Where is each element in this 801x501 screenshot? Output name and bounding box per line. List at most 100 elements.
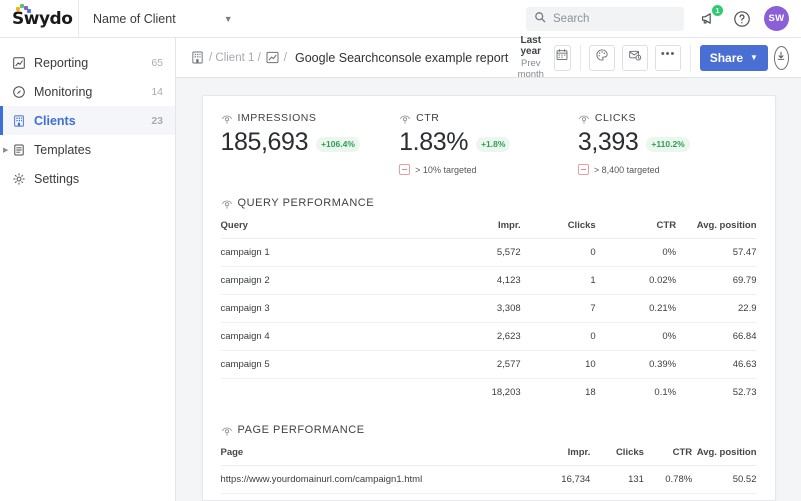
cell-clicks: 0 (520, 322, 596, 351)
cell-avgpos: 66.84 (676, 322, 757, 351)
app-logo[interactable]: Swydo (0, 0, 78, 37)
cell-avgpos: 22.9 (676, 294, 757, 323)
top-bar: Swydo Name of Client ▼ Search 1 SW (0, 0, 801, 38)
cell-total-label (221, 379, 446, 407)
cell-impr: 2,577 (445, 350, 521, 379)
cell-ctr: 0.05% (643, 493, 693, 501)
page-url-link[interactable]: https://www.yourdomainurl.com/campaign1b… (220, 493, 532, 501)
breadcrumb-client-icon (190, 50, 205, 66)
cell-query: campaign 4 (220, 322, 446, 351)
cell-avgpos: 46.63 (676, 350, 757, 379)
sidebar-item-count: 14 (151, 85, 163, 98)
table-row: campaign 5 2,577 10 0.39% 46.63 (220, 350, 757, 379)
sidebar-item-label: Settings (34, 171, 80, 186)
more-options-button[interactable]: ••• (655, 44, 682, 71)
page-url-link[interactable]: https://www.yourdomainurl.com/campaign1.… (220, 465, 532, 494)
cell-total-ctr: 0.1% (654, 387, 677, 398)
download-button[interactable] (773, 45, 790, 70)
logo-dots-icon (16, 3, 32, 13)
cell-impr: 16,734 (531, 465, 591, 494)
col-ctr: CTR (643, 447, 693, 466)
chevron-down-icon: ▼ (750, 53, 758, 62)
page-title[interactable]: Google Searchconsole example report (295, 51, 508, 65)
calendar-button[interactable] (554, 44, 571, 71)
cell-clicks: 1 (520, 266, 596, 295)
search-placeholder: Search (553, 12, 590, 25)
report-toolbar: / Client 1 / / Google Searchconsole exam… (176, 35, 801, 81)
sidebar-item-reporting[interactable]: Reporting 65 (0, 48, 175, 77)
cell-clicks: 7 (520, 294, 596, 323)
col-clicks: Clicks (520, 220, 596, 239)
avatar[interactable]: SW (764, 6, 789, 31)
cell-clicks: 9 (590, 493, 644, 501)
table-row: campaign 4 2,623 0 0% 66.84 (220, 322, 757, 351)
toolbar-actions: ••• (589, 44, 682, 71)
cell-avgpos: 43.41 (692, 493, 757, 501)
sidebar-item-count: 65 (151, 56, 163, 69)
toolbar-divider (579, 44, 581, 71)
sidebar-item-label: Clients (34, 113, 76, 128)
kpi-value: 1.83% (399, 128, 469, 156)
topbar-actions: 1 SW (698, 5, 801, 31)
chevron-right-icon[interactable]: ▶ (3, 146, 8, 154)
cell-ctr: 0% (595, 238, 677, 267)
sidebar: Reporting 65 Monitoring 14 Clients 23 ▶ … (0, 38, 176, 501)
cell-ctr: 0.39% (595, 350, 677, 379)
sidebar-item-settings[interactable]: Settings (0, 164, 175, 193)
cell-query: campaign 1 (220, 238, 446, 267)
search-input[interactable]: Search (526, 6, 684, 31)
breadcrumb-client[interactable]: / Client 1 / (209, 52, 261, 64)
share-button-label: Share (709, 50, 744, 65)
target-icon (399, 164, 411, 175)
share-button[interactable]: Share ▼ (699, 44, 768, 71)
gear-icon (12, 172, 34, 186)
kpi-card-clicks: CLICKS 3,393 +110.2% > 8,400 targeted (577, 112, 757, 175)
reporting-icon (12, 56, 34, 70)
sidebar-item-clients[interactable]: Clients 23 (0, 106, 175, 135)
search-console-icon (221, 112, 233, 124)
cell-impr: 4,123 (445, 266, 521, 295)
kpi-target: > 8,400 targeted (577, 164, 757, 175)
cell-impr: 16,382 (531, 493, 591, 501)
col-impressions: Impr. (445, 220, 521, 239)
notification-badge: 1 (712, 5, 723, 16)
cell-query: campaign 5 (220, 350, 446, 379)
kpi-value: 3,393 (577, 128, 639, 156)
page-performance-table: Page Impr. Clicks CTR Avg. position http… (220, 447, 757, 501)
help-button[interactable] (731, 8, 752, 29)
download-icon (775, 49, 787, 67)
monitoring-icon (12, 85, 34, 99)
kpi-title: IMPRESSIONS (237, 112, 317, 124)
query-performance-table: Query Impr. Clicks CTR Avg. position cam… (220, 220, 757, 407)
theme-button[interactable] (589, 44, 616, 71)
col-avg-position: Avg. position (692, 447, 757, 466)
sidebar-item-label: Monitoring (34, 84, 93, 99)
cell-total-clicks: 18 (585, 387, 596, 398)
announcements-button[interactable]: 1 (698, 5, 723, 29)
table-row: https://www.yourdomainurl.com/campaign1b… (220, 493, 757, 501)
kpi-target-text: > 10% targeted (415, 164, 477, 175)
col-ctr: CTR (595, 220, 677, 239)
date-range-main: Last year (520, 34, 542, 58)
target-icon (577, 164, 589, 175)
cell-ctr: 0.02% (595, 266, 677, 295)
sidebar-item-templates[interactable]: ▶ Templates (0, 135, 175, 164)
cell-clicks: 0 (520, 238, 596, 267)
content-area: / Client 1 / / Google Searchconsole exam… (176, 35, 801, 501)
table-header-row: Page Impr. Clicks CTR Avg. position (220, 447, 757, 466)
kpi-card-ctr: CTR 1.83% +1.8% > 10% targeted (399, 112, 578, 175)
date-range-display[interactable]: Last year Prev month (516, 35, 545, 81)
client-selector[interactable]: Name of Client ▼ (78, 0, 233, 37)
section-query-performance: QUERY PERFORMANCE Query Impr. Clicks CTR… (220, 179, 757, 407)
cell-impr: 3,308 (445, 294, 521, 323)
sidebar-item-monitoring[interactable]: Monitoring 14 (0, 77, 175, 106)
table-total-row: 18,203 18 0.1% 52.73 (221, 379, 757, 407)
calendar-icon (555, 48, 569, 67)
search-console-icon (221, 197, 233, 209)
palette-icon (595, 48, 609, 67)
sidebar-item-count: 23 (151, 114, 163, 127)
schedule-email-button[interactable] (622, 44, 649, 71)
cell-avgpos: 57.47 (676, 238, 757, 267)
cell-impr: 2,623 (445, 322, 521, 351)
cell-ctr: 0.78% (643, 465, 693, 494)
